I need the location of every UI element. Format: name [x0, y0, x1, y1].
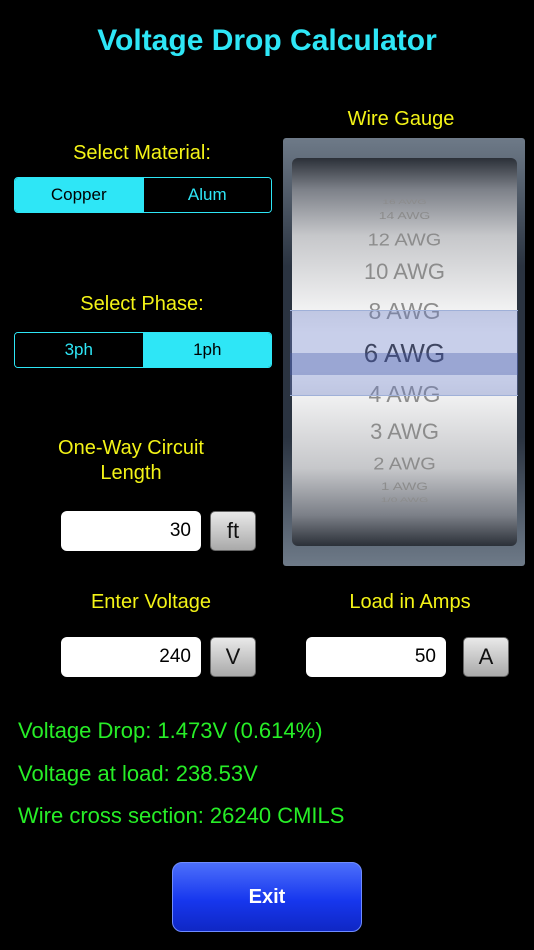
load-unit-button[interactable]: A	[463, 637, 509, 677]
phase-segmented-control: 3ph 1ph	[14, 332, 272, 368]
phase-option-1ph[interactable]: 1ph	[142, 333, 271, 367]
gauge-option[interactable]: 1/0 AWG	[292, 497, 517, 504]
gauge-option[interactable]: 1 AWG	[292, 481, 517, 493]
exit-button[interactable]: Exit	[172, 862, 362, 932]
picker-selection-indicator	[290, 310, 518, 396]
circuit-length-label: One-Way Circuit Length	[14, 436, 248, 486]
circuit-length-label-line1: One-Way Circuit	[58, 437, 204, 459]
load-label: Load in Amps	[349, 591, 471, 613]
load-input[interactable]: 50	[306, 637, 446, 677]
voltage-drop-result: Voltage Drop: 1.473V (0.614%)	[18, 718, 323, 743]
material-option-copper[interactable]: Copper	[15, 178, 143, 212]
gauge-option[interactable]: 14 AWG	[292, 209, 517, 221]
voltage-input[interactable]: 240	[61, 637, 201, 677]
length-unit-button[interactable]: ft	[210, 511, 256, 551]
gauge-option[interactable]: 12 AWG	[292, 229, 517, 251]
material-label: Select Material:	[73, 142, 211, 164]
material-option-alum[interactable]: Alum	[142, 178, 271, 212]
phase-option-3ph[interactable]: 3ph	[15, 333, 143, 367]
circuit-length-input[interactable]: 30	[61, 511, 201, 551]
gauge-option[interactable]: 16 AWG	[292, 199, 517, 206]
page-title: Voltage Drop Calculator	[97, 24, 437, 57]
circuit-length-label-line2: Length	[100, 462, 162, 484]
phase-label: Select Phase:	[80, 293, 204, 315]
gauge-option[interactable]: 3 AWG	[292, 419, 517, 445]
wire-cross-section-result: Wire cross section: 26240 CMILS	[18, 803, 345, 828]
voltage-at-load-result: Voltage at load: 238.53V	[18, 761, 258, 786]
gauge-option[interactable]: 10 AWG	[292, 259, 517, 285]
material-segmented-control: Copper Alum	[14, 177, 272, 213]
wire-gauge-label: Wire Gauge	[347, 108, 455, 130]
voltage-unit-button[interactable]: V	[210, 637, 256, 677]
gauge-option[interactable]: 2 AWG	[292, 453, 517, 475]
voltage-label: Enter Voltage	[90, 591, 212, 613]
